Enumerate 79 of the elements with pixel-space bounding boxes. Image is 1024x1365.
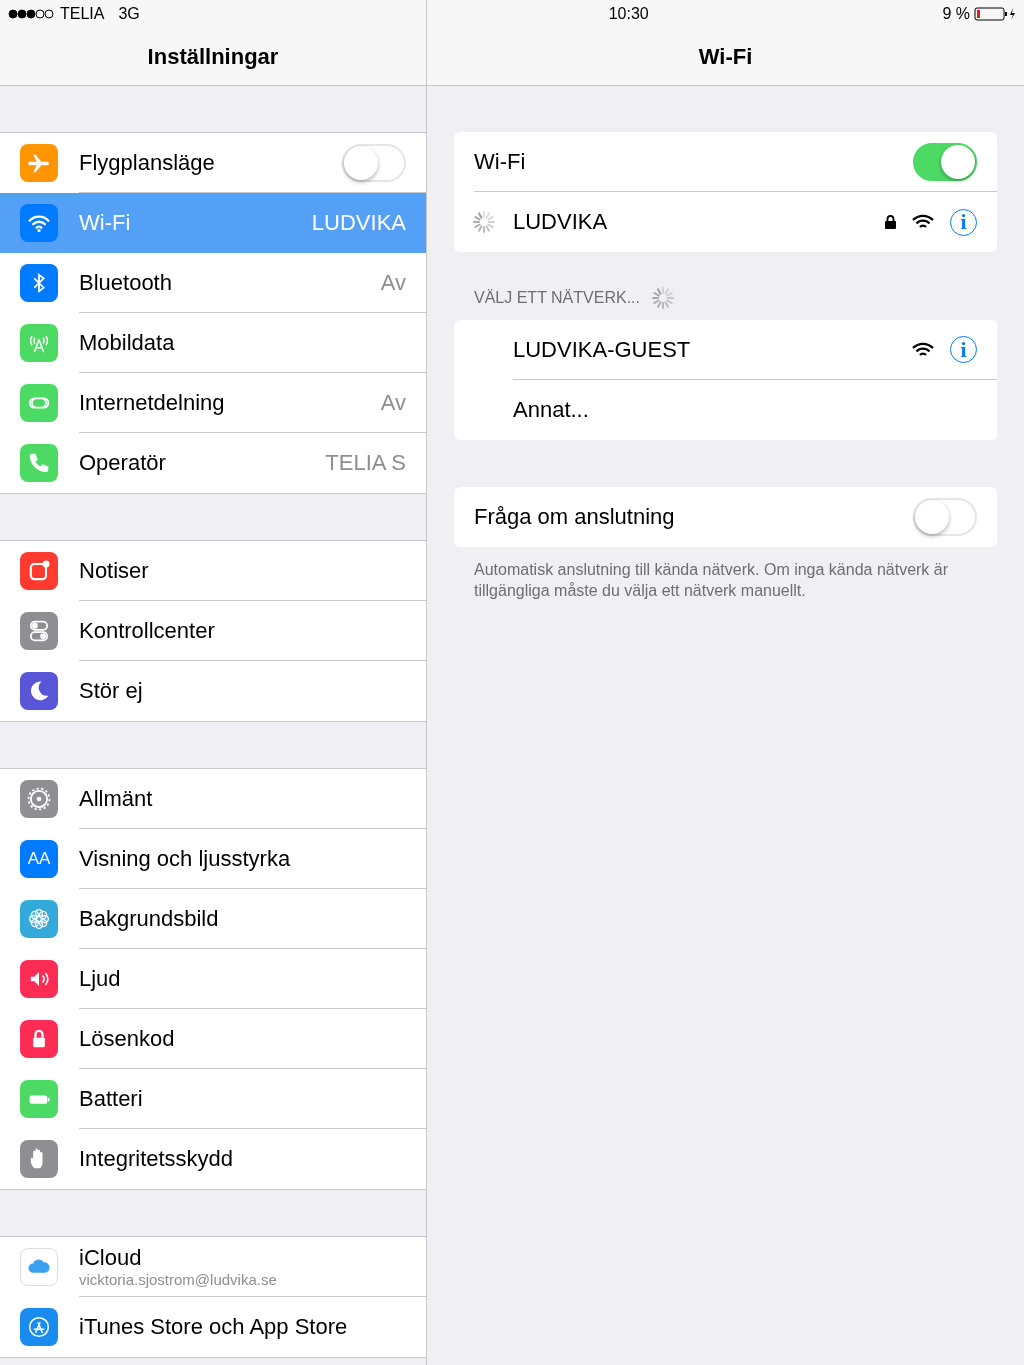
wifi-signal-icon bbox=[912, 214, 934, 230]
item-label: Lösenkod bbox=[79, 1025, 175, 1052]
settings-item[interactable]: Lösenkod bbox=[0, 1009, 426, 1069]
network-type: 3G bbox=[118, 5, 140, 23]
network-item[interactable]: LUDVIKA i bbox=[454, 192, 997, 252]
settings-item[interactable]: Ljud bbox=[0, 949, 426, 1009]
item-label: Notiser bbox=[79, 557, 149, 584]
text-size-icon: AA bbox=[20, 840, 58, 878]
lock-icon bbox=[20, 1020, 58, 1058]
item-label: Flygplansläge bbox=[79, 149, 215, 176]
notification-icon bbox=[20, 552, 58, 590]
flower-icon bbox=[20, 900, 58, 938]
item-label: Integritetsskydd bbox=[79, 1146, 234, 1172]
battery-icon bbox=[20, 1080, 58, 1118]
bluetooth-icon bbox=[20, 264, 58, 302]
settings-item[interactable]: iTunes Store och App Store bbox=[0, 1297, 426, 1357]
network-name: Annat... bbox=[513, 397, 589, 423]
item-label: Allmänt bbox=[79, 785, 153, 812]
settings-item[interactable]: iCloud vicktoria.sjostrom@ludvika.se bbox=[0, 1237, 426, 1297]
item-value: Av bbox=[380, 269, 406, 296]
section-header: VÄLJ ETT NÄTVERK... bbox=[474, 289, 640, 307]
wifi-signal-icon bbox=[912, 341, 934, 358]
settings-item[interactable]: AA Visning och ljusstyrka bbox=[0, 829, 426, 889]
network-name: LUDVIKA bbox=[513, 209, 608, 235]
carrier-name: TELIA bbox=[60, 5, 105, 23]
settings-item[interactable]: Bluetooth Av bbox=[0, 253, 426, 313]
item-value: LUDVIKA bbox=[311, 209, 406, 236]
settings-item[interactable]: Integritetsskydd bbox=[0, 1129, 426, 1189]
item-label: Mobildata bbox=[79, 329, 175, 356]
item-label: Bakgrundsbild bbox=[79, 905, 219, 932]
item-label: Ljud bbox=[79, 965, 121, 992]
settings-item[interactable]: Notiser bbox=[0, 541, 426, 601]
airplane-toggle[interactable] bbox=[342, 143, 406, 182]
speaker-icon bbox=[20, 960, 58, 998]
settings-item[interactable]: Kontrollcenter bbox=[0, 601, 426, 661]
page-title: Wi-Fi bbox=[698, 43, 753, 70]
settings-item[interactable]: Batteri bbox=[0, 1069, 426, 1129]
item-label: Visning och ljusstyrka bbox=[79, 845, 291, 872]
phone-icon bbox=[20, 444, 58, 482]
other-network-item[interactable]: Annat... bbox=[454, 380, 997, 440]
wifi-toggle[interactable] bbox=[913, 142, 977, 181]
item-label: Internetdelning bbox=[79, 389, 225, 416]
settings-item[interactable]: Stör ej bbox=[0, 661, 426, 721]
item-value: Av bbox=[380, 389, 406, 416]
antenna-icon bbox=[20, 324, 58, 362]
settings-item[interactable]: Bakgrundsbild bbox=[0, 889, 426, 949]
settings-item[interactable]: Flygplansläge bbox=[0, 133, 426, 193]
account-email: vicktoria.sjostrom@ludvika.se bbox=[79, 1271, 277, 1288]
moon-icon bbox=[20, 672, 58, 710]
item-label: iCloud bbox=[79, 1245, 143, 1271]
item-label: Operatör bbox=[79, 450, 166, 476]
network-item[interactable]: LUDVIKA-GUEST i bbox=[454, 320, 997, 380]
clock-time: 10:30 bbox=[608, 5, 649, 23]
airplane-icon bbox=[20, 144, 58, 182]
wifi-icon bbox=[20, 204, 58, 242]
item-label: Stör ej bbox=[79, 678, 143, 704]
app-store-icon bbox=[20, 1308, 58, 1346]
wifi-label: Wi-Fi bbox=[474, 148, 526, 175]
switches-icon bbox=[20, 612, 58, 650]
footer-note: Automatisk anslutning till kända nätverk. Om inga kända nätverk är tillgängliga måste du välja ett nätverk manuellt. bbox=[474, 560, 950, 601]
item-label: Batteri bbox=[79, 1085, 143, 1112]
hand-icon bbox=[20, 1140, 58, 1178]
item-label: iTunes Store och App Store bbox=[79, 1314, 348, 1340]
ask-to-join-toggle[interactable] bbox=[913, 498, 977, 536]
cloud-icon bbox=[20, 1248, 58, 1286]
item-label: Bluetooth bbox=[79, 269, 172, 296]
settings-item[interactable]: Internetdelning Av bbox=[0, 373, 426, 433]
item-label: Kontrollcenter bbox=[79, 617, 215, 644]
item-value: TELIA S bbox=[325, 450, 406, 476]
signal-icon bbox=[8, 9, 54, 19]
ask-to-join-label: Fråga om anslutning bbox=[474, 504, 675, 530]
item-label: Wi-Fi bbox=[79, 209, 131, 236]
sidebar-title: Inställningar bbox=[147, 43, 279, 70]
settings-item[interactable]: Mobildata bbox=[0, 313, 426, 373]
network-name: LUDVIKA-GUEST bbox=[513, 336, 691, 363]
battery-percent: 9 % bbox=[942, 5, 970, 23]
settings-item[interactable]: Allmänt bbox=[0, 769, 426, 829]
settings-item[interactable]: Operatör TELIA S bbox=[0, 433, 426, 493]
battery-charging-icon bbox=[974, 7, 1016, 21]
